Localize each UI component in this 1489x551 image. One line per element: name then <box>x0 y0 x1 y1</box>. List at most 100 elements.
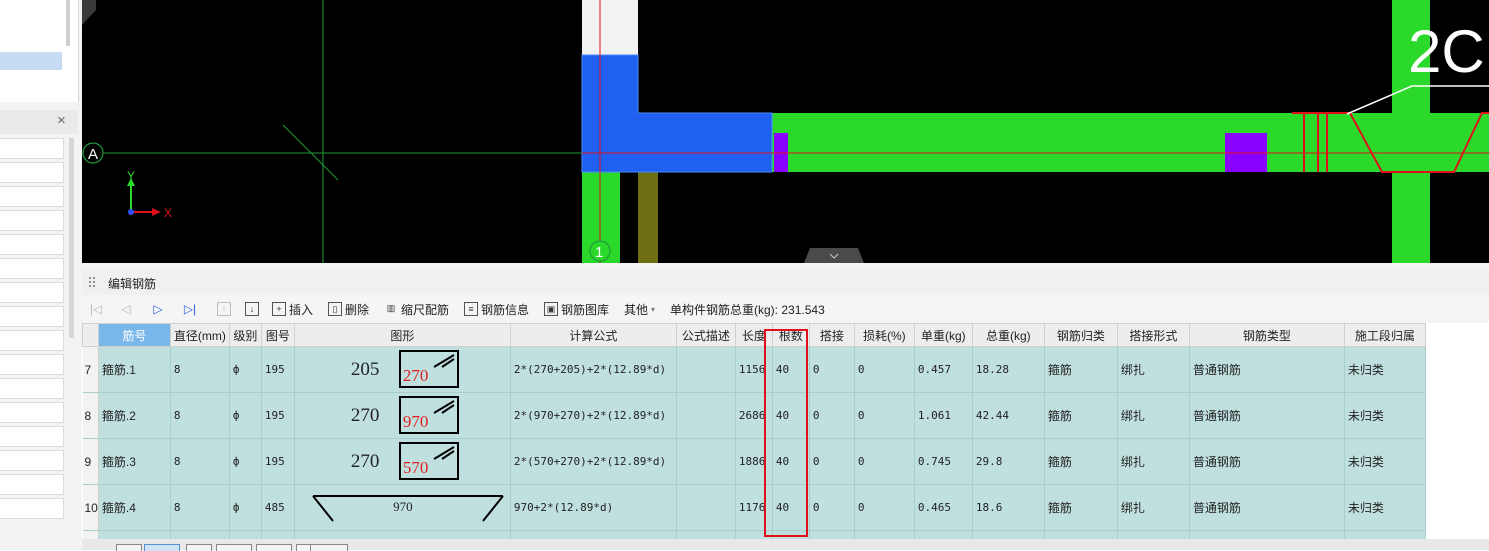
column-header-loss[interactable]: 损耗(%) <box>853 323 915 347</box>
cell-formula[interactable]: 2*(270+205)+2*(12.89*d) <box>510 346 677 393</box>
cell-diameter[interactable]: 8 <box>170 346 230 393</box>
close-icon[interactable]: × <box>57 112 66 129</box>
cell-grade[interactable]: ф <box>229 392 262 439</box>
cell-lap[interactable]: 0 <box>809 392 855 439</box>
input-row[interactable] <box>0 498 64 519</box>
cell-grade[interactable]: ф <box>229 438 262 485</box>
cell-segment[interactable]: 未归类 <box>1344 392 1426 439</box>
cell-unit-weight[interactable]: 0.465 <box>914 484 973 531</box>
scrollbar[interactable] <box>69 138 74 338</box>
cell-unit-weight[interactable]: 0.745 <box>914 438 973 485</box>
cell-figure-number[interactable]: 195 <box>261 438 295 485</box>
cell-lap-form[interactable]: 绑扎 <box>1117 346 1190 393</box>
cell-shape[interactable]: 970 <box>294 484 511 531</box>
cell-segment[interactable]: 未归类 <box>1344 438 1426 485</box>
cell-rebar-type[interactable]: 普通钢筋 <box>1189 346 1345 393</box>
column-header-category[interactable]: 钢筋归类 <box>1043 323 1118 347</box>
cell-lap[interactable]: 0 <box>809 438 855 485</box>
cell-loss[interactable]: 0 <box>854 392 915 439</box>
cell-lap[interactable]: 0 <box>809 484 855 531</box>
cell-loss[interactable]: 0 <box>854 346 915 393</box>
cell-rebar-type[interactable]: 普通钢筋 <box>1189 392 1345 439</box>
column-header-lap-form[interactable]: 搭接形式 <box>1116 323 1190 347</box>
cell-rebar-number[interactable]: 箍筋.1 <box>98 346 171 393</box>
column-header-total-weight[interactable]: 总重(kg) <box>971 323 1045 347</box>
cell-formula-desc[interactable] <box>676 392 736 439</box>
cell-total-weight[interactable]: 42.44 <box>972 392 1045 439</box>
cell-diameter[interactable]: 8 <box>170 392 230 439</box>
next-record-icon[interactable]: ▷ <box>150 301 166 317</box>
cell-rebar-number[interactable]: 箍筋.3 <box>98 438 171 485</box>
input-row[interactable] <box>0 426 64 447</box>
cell-figure-number[interactable]: 195 <box>261 346 295 393</box>
selected-list-item[interactable] <box>0 52 62 70</box>
cell-grade[interactable]: ф <box>229 346 262 393</box>
last-record-icon[interactable]: ▷| <box>182 301 198 317</box>
column-header-formula[interactable]: 计算公式 <box>509 323 677 347</box>
cell-lap-form[interactable]: 绑扎 <box>1117 438 1190 485</box>
cell-category[interactable]: 箍筋 <box>1044 346 1118 393</box>
input-row[interactable] <box>0 186 64 207</box>
input-row[interactable] <box>0 306 64 327</box>
column-header-segment[interactable]: 施工段归属 <box>1343 323 1426 347</box>
scale-rebar-button[interactable]: ▥ 缩尺配筋 <box>384 301 449 317</box>
cell-rebar-number[interactable]: 箍筋.2 <box>98 392 171 439</box>
drag-grip-icon[interactable] <box>88 276 96 288</box>
rebar-library-button[interactable]: ▣ 钢筋图库 <box>544 301 609 317</box>
cell-diameter[interactable]: 8 <box>170 484 230 531</box>
input-row[interactable] <box>0 330 64 351</box>
cad-viewport[interactable]: 2C1 A 1 Y X <box>82 0 1489 263</box>
cell-category[interactable]: 箍筋 <box>1044 392 1118 439</box>
row-number[interactable]: 7 <box>82 346 99 393</box>
move-up-icon[interactable]: ↑ <box>216 301 232 317</box>
cell-diameter[interactable]: 8 <box>170 438 230 485</box>
table-row[interactable]: 10 箍筋.4 8 ф 485 970 970+2*(12.89*d) 1176 40 0 0 0.4… <box>82 484 1426 531</box>
cell-lap-form[interactable]: 绑扎 <box>1117 392 1190 439</box>
input-row[interactable] <box>0 234 64 255</box>
prev-record-icon[interactable]: ◁ <box>118 301 134 317</box>
collapse-handle[interactable] <box>804 248 864 263</box>
input-row[interactable] <box>0 378 64 399</box>
column-header-grade[interactable]: 级别 <box>228 323 262 347</box>
cell-shape[interactable]: 270 570 <box>294 438 511 485</box>
cell-segment[interactable]: 未归类 <box>1344 484 1426 531</box>
input-row[interactable] <box>0 162 64 183</box>
input-row[interactable] <box>0 354 64 375</box>
row-number[interactable]: 10 <box>82 484 99 531</box>
column-header-figure-number[interactable]: 图号 <box>260 323 295 347</box>
table-row[interactable]: 7 箍筋.1 8 ф 195 205 270 2*(270+205)+2*(12.89*d) 1… <box>82 346 1426 393</box>
column-header-rebar-number[interactable]: 筋号 <box>97 323 171 347</box>
rebar-info-button[interactable]: ≡ 钢筋信息 <box>464 301 529 317</box>
first-record-icon[interactable]: |◁ <box>88 301 104 317</box>
column-header-formula-desc[interactable]: 公式描述 <box>675 323 736 347</box>
cell-loss[interactable]: 0 <box>854 438 915 485</box>
input-row[interactable] <box>0 402 64 423</box>
delete-button[interactable]: ▯ 删除 <box>328 301 369 317</box>
cell-unit-weight[interactable]: 1.061 <box>914 392 973 439</box>
row-number[interactable]: 8 <box>82 392 99 439</box>
column-header-shape[interactable]: 图形 <box>293 323 511 347</box>
cell-shape[interactable]: 270 970 <box>294 392 511 439</box>
cell-figure-number[interactable]: 485 <box>261 484 295 531</box>
input-row[interactable] <box>0 474 64 495</box>
cell-formula[interactable]: 2*(970+270)+2*(12.89*d) <box>510 392 677 439</box>
row-number[interactable]: 9 <box>82 438 99 485</box>
cell-shape[interactable]: 205 270 <box>294 346 511 393</box>
cell-rebar-number[interactable]: 箍筋.4 <box>98 484 171 531</box>
cell-total-weight[interactable]: 29.8 <box>972 438 1045 485</box>
cell-formula-desc[interactable] <box>676 438 736 485</box>
insert-button[interactable]: + 插入 <box>272 301 313 317</box>
cell-total-weight[interactable]: 18.28 <box>972 346 1045 393</box>
cell-loss[interactable]: 0 <box>854 484 915 531</box>
cell-rebar-type[interactable]: 普通钢筋 <box>1189 438 1345 485</box>
column-header-rebar-type[interactable]: 钢筋类型 <box>1188 323 1345 347</box>
table-row[interactable]: 8 箍筋.2 8 ф 195 270 970 2*(970+270)+2*(12.89*d) 2… <box>82 392 1426 439</box>
cell-grade[interactable]: ф <box>229 484 262 531</box>
other-menu[interactable]: 其他 ▾ <box>624 301 655 317</box>
cell-unit-weight[interactable]: 0.457 <box>914 346 973 393</box>
cell-formula[interactable]: 2*(570+270)+2*(12.89*d) <box>510 438 677 485</box>
cell-category[interactable]: 箍筋 <box>1044 484 1118 531</box>
cell-lap-form[interactable]: 绑扎 <box>1117 484 1190 531</box>
table-row[interactable]: 9 箍筋.3 8 ф 195 270 570 2*(570+270)+2*(12.89*d) 1… <box>82 438 1426 485</box>
column-header-lap[interactable]: 搭接 <box>808 323 855 347</box>
